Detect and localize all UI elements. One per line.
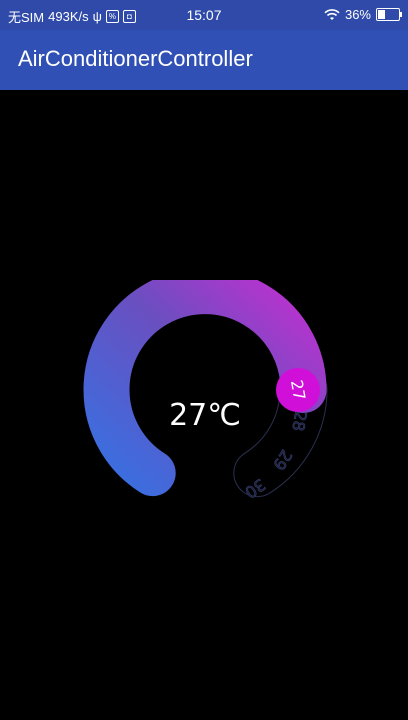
temperature-dial[interactable]: 28 29 30 27 27℃ — [80, 268, 330, 520]
status-bar: 无SIM 493K/s ψ % ◘ 15:07 36% — [0, 0, 408, 30]
battery-icon — [376, 8, 402, 21]
wifi-icon — [324, 8, 340, 20]
app-title: AirConditionerController — [18, 46, 253, 71]
battery-percent: 36% — [344, 7, 371, 22]
battery-fill — [378, 10, 385, 19]
temperature-readout: 27℃ — [169, 398, 241, 433]
app-bar: AirConditionerController — [0, 30, 408, 90]
status-right: 36% — [324, 7, 402, 22]
